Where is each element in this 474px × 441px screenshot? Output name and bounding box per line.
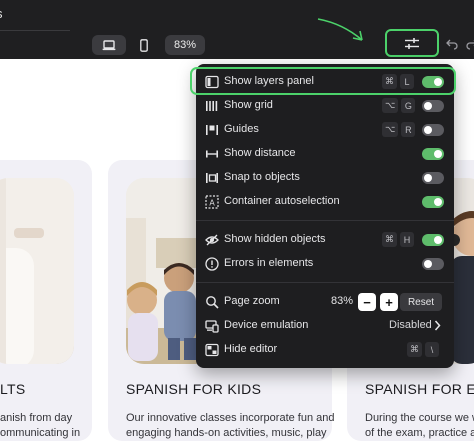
menu-item-device-emulation[interactable]: Device emulation Disabled bbox=[196, 315, 454, 337]
menu-item-label: Errors in elements bbox=[224, 257, 314, 269]
menu-item-show-distance[interactable]: Show distance bbox=[196, 143, 454, 165]
autoselection-icon: A bbox=[205, 195, 219, 209]
menu-item-label: Show distance bbox=[224, 147, 296, 159]
hide-editor-icon bbox=[205, 343, 219, 357]
course-desc-2: Our innovative classes incorporate fun a… bbox=[126, 412, 335, 439]
device-icon bbox=[205, 320, 219, 333]
zoom-level-display[interactable]: 83% bbox=[165, 35, 205, 55]
editor-toolbar: s 83% bbox=[0, 0, 474, 59]
mobile-icon bbox=[140, 38, 148, 52]
menu-divider bbox=[196, 282, 454, 283]
shortcut-keys: ⌥ R bbox=[382, 122, 416, 137]
course-desc-1: anish from day ommunicating in bbox=[0, 412, 81, 439]
menu-item-hide-editor[interactable]: Hide editor ⌘ \ bbox=[196, 339, 454, 361]
menu-item-label: Show grid bbox=[224, 99, 273, 111]
shortcut-key: ⌥ bbox=[382, 122, 399, 137]
menu-item-container-autoselection[interactable]: A Container autoselection bbox=[196, 191, 454, 213]
menu-item-label: Container autoselection bbox=[224, 195, 340, 207]
shortcut-key: ⌘ bbox=[407, 342, 422, 357]
distance-toggle[interactable] bbox=[422, 148, 444, 160]
editor-settings-menu: Show layers panel ⌘ L Show grid ⌥ G Guid… bbox=[196, 64, 454, 368]
menu-item-label: Snap to objects bbox=[224, 171, 300, 183]
shortcut-keys: ⌘ H bbox=[382, 232, 414, 247]
shortcut-key: ⌥ bbox=[382, 98, 399, 113]
menu-item-errors-in-elements[interactable]: Errors in elements bbox=[196, 253, 454, 275]
page-zoom-value: 83% bbox=[331, 295, 354, 307]
editor-settings-button[interactable] bbox=[385, 29, 439, 57]
eye-off-icon bbox=[205, 234, 219, 246]
course-photo-1 bbox=[0, 178, 74, 364]
alert-icon bbox=[205, 257, 219, 271]
menu-item-show-grid[interactable]: Show grid ⌥ G bbox=[196, 95, 454, 117]
menu-item-label: Show hidden objects bbox=[224, 233, 326, 245]
shortcut-key: R bbox=[401, 122, 416, 137]
shortcut-key: H bbox=[400, 232, 414, 247]
menu-item-label: Guides bbox=[224, 123, 259, 135]
snap-icon bbox=[206, 173, 218, 183]
course-title-2: SPANISH FOR KIDS bbox=[126, 381, 262, 397]
grid-toggle[interactable] bbox=[422, 100, 444, 112]
zoom-reset-button[interactable]: Reset bbox=[400, 293, 442, 311]
menu-item-label: Hide editor bbox=[224, 343, 278, 355]
desktop-view-button[interactable] bbox=[92, 35, 126, 55]
zoom-icon bbox=[206, 296, 219, 309]
shortcut-keys: ⌥ G bbox=[382, 98, 416, 113]
menu-item-snap-to-objects[interactable]: Snap to objects bbox=[196, 167, 454, 189]
menu-item-label: Page zoom bbox=[224, 295, 280, 307]
course-title-1: LTS bbox=[0, 381, 26, 397]
hidden-objects-toggle[interactable] bbox=[422, 234, 444, 246]
course-title-3: SPANISH FOR EXA bbox=[365, 381, 474, 397]
autoselection-toggle[interactable] bbox=[422, 196, 444, 208]
shortcut-keys: ⌘ \ bbox=[407, 342, 439, 357]
snap-toggle[interactable] bbox=[422, 172, 444, 184]
chevron-right-icon bbox=[434, 320, 441, 331]
shortcut-key: \ bbox=[425, 342, 439, 357]
shortcut-key: G bbox=[401, 98, 416, 113]
guides-icon bbox=[206, 125, 218, 135]
shortcut-key: ⌘ bbox=[382, 232, 397, 247]
device-emulation-value: Disabled bbox=[389, 319, 432, 331]
menu-divider bbox=[196, 220, 454, 221]
zoom-out-button[interactable]: − bbox=[358, 293, 376, 311]
toolbar-label: s bbox=[0, 6, 3, 21]
menu-item-show-hidden-objects[interactable]: Show hidden objects ⌘ H bbox=[196, 229, 454, 251]
redo-icon[interactable] bbox=[466, 38, 474, 50]
annotation-highlight-box bbox=[190, 67, 456, 95]
svg-text:A: A bbox=[209, 199, 215, 208]
menu-item-guides[interactable]: Guides ⌥ R bbox=[196, 119, 454, 141]
zoom-in-button[interactable]: + bbox=[380, 293, 398, 311]
grid-icon bbox=[206, 101, 218, 111]
guides-toggle[interactable] bbox=[422, 124, 444, 136]
toolbar-divider bbox=[0, 30, 70, 31]
sliders-icon bbox=[405, 37, 419, 49]
desktop-icon bbox=[102, 39, 116, 50]
errors-toggle[interactable] bbox=[422, 258, 444, 270]
undo-icon[interactable] bbox=[446, 38, 458, 50]
menu-item-page-zoom: Page zoom 83% − + Reset bbox=[196, 291, 454, 313]
distance-icon bbox=[206, 150, 218, 158]
course-desc-3: During the course we will of the exam, p… bbox=[365, 412, 474, 439]
menu-item-label: Device emulation bbox=[224, 319, 309, 331]
annotation-arrow-icon bbox=[317, 18, 363, 41]
mobile-view-button[interactable] bbox=[133, 35, 155, 55]
